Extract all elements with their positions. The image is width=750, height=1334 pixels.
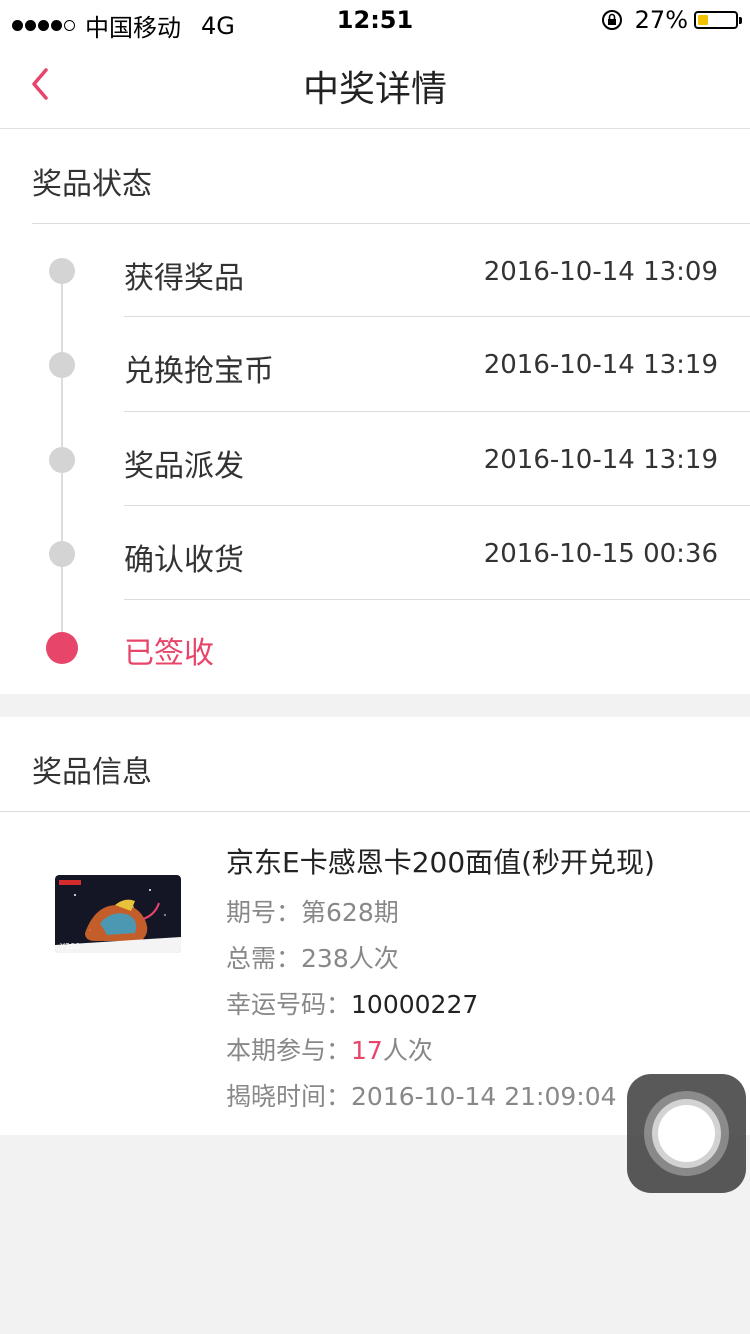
assistive-touch-button[interactable] [627, 1074, 746, 1193]
reveal-time: 2016-10-14 21:09:04 [351, 1082, 617, 1111]
step-label-current: 已签收 [124, 636, 214, 671]
battery-percent: 27% [634, 6, 688, 34]
timeline-dot [49, 258, 75, 284]
step-label: 获得奖品 [124, 261, 244, 296]
reveal-time-row: 揭晓时间：2016-10-14 21:09:04 [226, 1077, 617, 1113]
total-label: 总需： [226, 944, 302, 973]
timeline-dot [49, 541, 75, 567]
lucky-label: 幸运号码： [226, 990, 352, 1019]
joined-row: 本期参与：17人次 [226, 1031, 433, 1067]
reveal-label: 揭晓时间： [226, 1082, 352, 1111]
divider [124, 505, 750, 506]
timeline-dot [49, 352, 75, 378]
timeline-dot-active [46, 632, 78, 664]
period-row: 期号：第628期 [226, 893, 399, 929]
assistive-touch-core [658, 1105, 715, 1162]
step-label: 兑换抢宝币 [124, 354, 274, 389]
prize-info-section: 奖品信息 ¥200 京东E卡感恩卡200面值(秒开兑现) 期号：第628期 总需… [0, 717, 750, 1135]
divider [32, 223, 750, 224]
assistive-touch-inner [652, 1099, 721, 1168]
step-time: 2016-10-14 13:19 [483, 445, 718, 475]
step-label: 奖品派发 [124, 449, 244, 484]
timeline-dot [49, 447, 75, 473]
prize-name[interactable]: 京东E卡感恩卡200面值(秒开兑现) [226, 841, 655, 881]
divider [124, 316, 750, 317]
period-label: 期号： [226, 898, 302, 927]
rotation-lock-icon [601, 10, 622, 30]
status-right: 27% [601, 6, 742, 34]
divider [124, 411, 750, 412]
divider [124, 599, 750, 600]
step-time: 2016-10-14 13:19 [483, 350, 718, 380]
lucky-number: 10000227 [351, 990, 479, 1019]
step-label: 确认收货 [124, 543, 244, 578]
section-title: 奖品信息 [32, 755, 152, 790]
joined-label: 本期参与： [226, 1036, 352, 1065]
step-time: 2016-10-15 00:36 [483, 539, 718, 569]
lucky-number-row: 幸运号码：10000227 [226, 985, 478, 1021]
period-value: 第628期 [301, 898, 399, 927]
page-title: 中奖详情 [302, 69, 447, 110]
joined-count: 17 [351, 1036, 383, 1065]
total-value: 238人次 [301, 944, 399, 973]
battery-level [698, 15, 708, 25]
prize-status-section: 奖品状态 获得奖品 2016-10-14 13:09 兑换抢宝币 2016-10… [0, 129, 750, 694]
joined-unit: 人次 [382, 1036, 433, 1065]
section-title: 奖品状态 [32, 167, 152, 202]
status-bar: 中国移动 4G 12:51 27% [0, 0, 750, 42]
nav-bar: 中奖详情 [0, 40, 750, 129]
assistive-touch-ring [644, 1091, 729, 1176]
card-value: ¥200 [60, 942, 80, 951]
prize-card-image[interactable]: ¥200 [55, 875, 181, 953]
divider [0, 811, 750, 812]
battery-icon [694, 11, 742, 29]
step-time: 2016-10-14 13:09 [483, 257, 718, 287]
total-row: 总需：238人次 [226, 939, 399, 975]
